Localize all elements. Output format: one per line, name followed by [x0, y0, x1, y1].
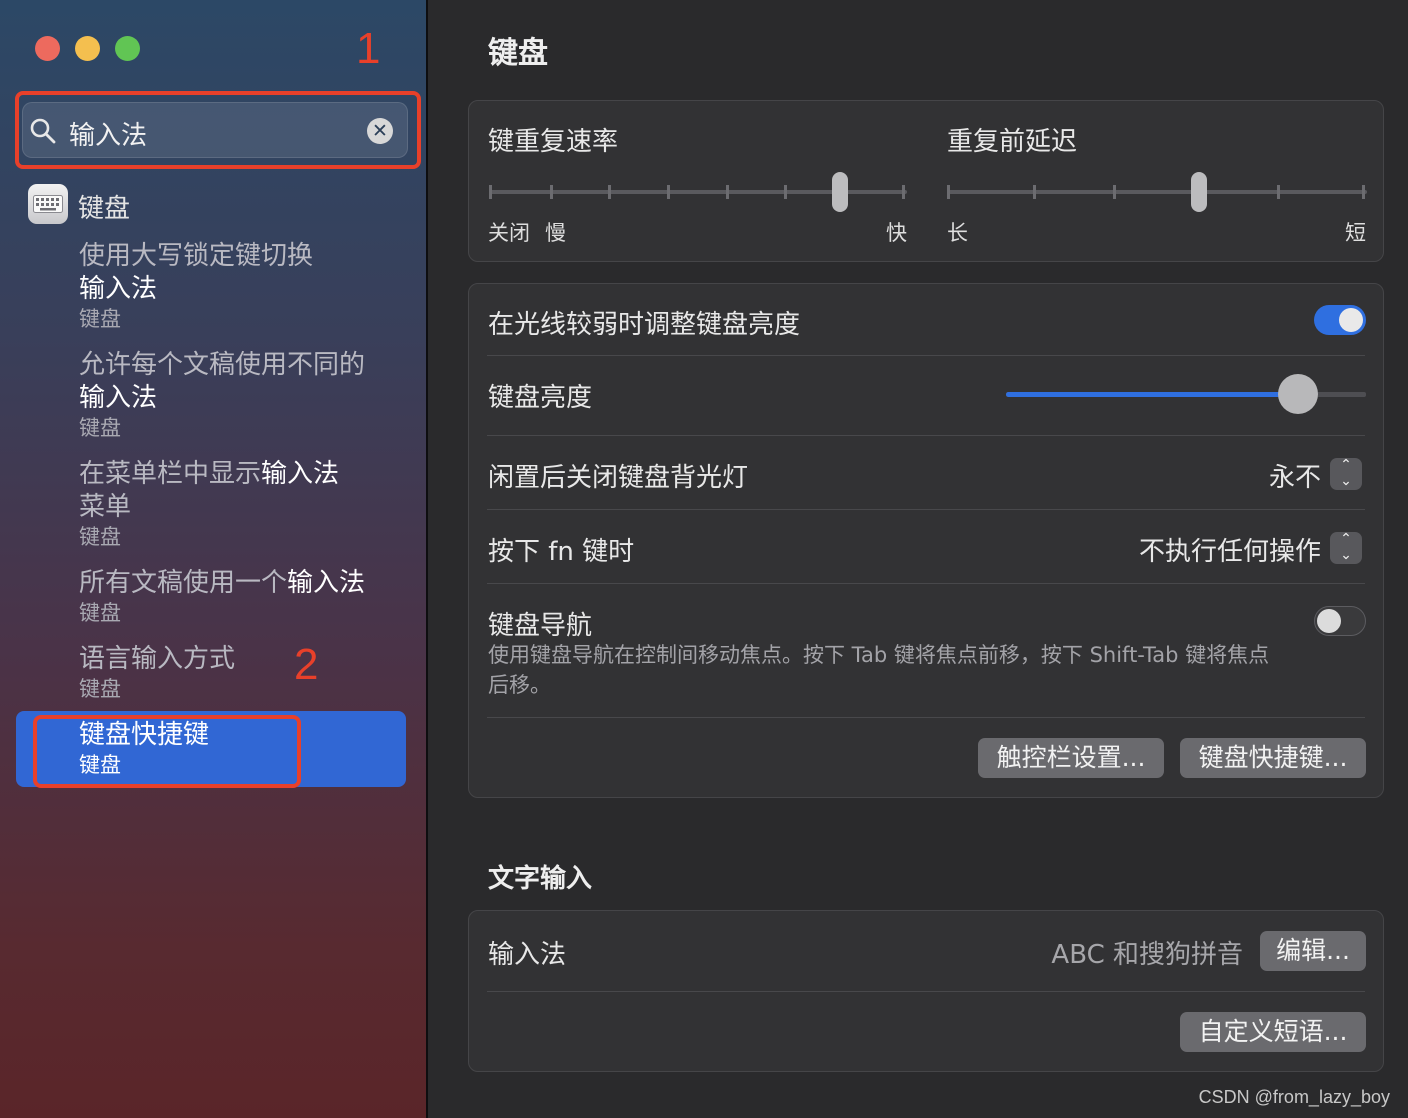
search-result-caps-lock-switch[interactable]: 使用大写锁定键切换 输入法 键盘	[79, 240, 399, 332]
delay-short-label: 短	[1345, 221, 1366, 245]
rate-fast-label: 快	[886, 221, 907, 245]
row-divider	[487, 991, 1365, 992]
slider-tick	[947, 185, 950, 199]
result-title: 所有文稿使用一个	[79, 568, 288, 598]
backlight-off-value: 永不	[1268, 463, 1321, 493]
rate-slow-label: 慢	[545, 221, 566, 245]
slider-tick	[608, 185, 611, 199]
slider-knob[interactable]	[1191, 172, 1207, 212]
row-divider	[487, 355, 1365, 356]
result-subtitle: 键盘	[79, 416, 121, 440]
result-title: 语言输入方式	[79, 644, 236, 674]
delay-until-repeat-label: 重复前延迟	[947, 127, 1078, 157]
keyboard-navigation-toggle[interactable]	[1314, 606, 1366, 636]
rate-off-label: 关闭	[488, 221, 530, 245]
annotation-box-search	[15, 91, 421, 169]
annotation-box-shortcuts	[33, 715, 301, 788]
annotation-number-2: 2	[294, 640, 319, 689]
keyboard-icon	[28, 184, 68, 224]
slider-tick	[667, 185, 670, 199]
delay-until-repeat-slider[interactable]	[947, 171, 1367, 215]
up-down-chevron-icon: ⌃ ⌃	[1330, 532, 1362, 564]
result-subtitle: 键盘	[79, 525, 121, 549]
key-repeat-rate-label: 键重复速率	[488, 127, 619, 157]
slider-tick	[1362, 185, 1365, 199]
input-sources-value: ABC 和搜狗拼音	[1051, 940, 1243, 970]
row-divider	[487, 717, 1365, 718]
slider-tick	[1113, 185, 1116, 199]
keyboard-shortcuts-button[interactable]: 键盘快捷键...	[1180, 738, 1366, 778]
keyboard-options-card: 在光线较弱时调整键盘亮度 键盘亮度 闲置后关闭键盘背光灯 永不 ⌃ ⌃ 按下 fn…	[468, 283, 1384, 798]
row-divider	[487, 583, 1365, 584]
text-input-section-title: 文字输入	[488, 864, 593, 894]
slider-fill	[1006, 392, 1298, 397]
minimize-window-button[interactable]	[75, 36, 100, 61]
text-replacements-button[interactable]: 自定义短语...	[1180, 1012, 1366, 1052]
search-result-language-input[interactable]: 语言输入方式 键盘	[79, 643, 399, 702]
keyboard-navigation-label: 键盘导航	[488, 611, 593, 641]
result-subtitle: 键盘	[79, 307, 121, 331]
auto-brightness-toggle[interactable]	[1314, 305, 1366, 335]
key-repeat-rate-slider[interactable]	[489, 171, 907, 215]
slider-knob[interactable]	[1277, 374, 1318, 414]
touch-bar-settings-button[interactable]: 触控栏设置...	[978, 738, 1164, 778]
slider-tick	[726, 185, 729, 199]
fn-key-value: 不执行任何操作	[1138, 537, 1321, 567]
result-title: 使用大写锁定键切换	[79, 241, 314, 271]
category-keyboard-label: 键盘	[78, 194, 131, 224]
search-result-one-input-all-documents[interactable]: 所有文稿使用一个输入法 键盘	[79, 567, 399, 626]
slider-tick	[489, 185, 492, 199]
row-divider	[487, 435, 1365, 436]
search-result-show-in-menu-bar[interactable]: 在菜单栏中显示输入法菜单 键盘	[79, 458, 399, 550]
watermark: CSDN @from_lazy_boy	[1198, 1087, 1390, 1107]
slider-knob[interactable]	[832, 172, 849, 212]
result-title: 在菜单栏中显示	[79, 459, 262, 489]
toggle-knob	[1339, 308, 1363, 332]
result-title-match: 输入法	[261, 459, 340, 489]
edit-input-sources-button[interactable]: 编辑...	[1260, 931, 1366, 971]
key-repeat-card: 键重复速率 关闭 慢 快 重复前延迟 长 短	[468, 100, 1384, 262]
toggle-knob	[1317, 609, 1341, 633]
keyboard-brightness-label: 键盘亮度	[488, 383, 593, 413]
row-divider	[487, 509, 1365, 510]
delay-long-label: 长	[947, 221, 968, 245]
zoom-window-button[interactable]	[115, 36, 140, 61]
slider-tick	[550, 185, 553, 199]
keyboard-brightness-slider[interactable]	[1006, 374, 1366, 414]
keyboard-settings-pane: 键盘 键重复速率 关闭 慢 快 重复前延迟 长 短 在光线较弱时调整键盘亮度 键…	[428, 0, 1408, 1118]
slider-tick	[784, 185, 787, 199]
slider-tick	[902, 185, 905, 199]
keyboard-navigation-description: 使用键盘导航在控制间移动焦点。按下 Tab 键将焦点前移，按下 Shift-Ta…	[488, 643, 1270, 697]
sidebar: 1 输入法 ✕ 键盘 使用大写锁定键切换 输入法 键盘 允许每个文稿使用不同的 输入	[0, 0, 428, 1118]
result-subtitle: 键盘	[79, 601, 121, 625]
text-input-card: 输入法 ABC 和搜狗拼音 编辑... 自定义短语...	[468, 910, 1384, 1072]
page-title: 键盘	[488, 36, 548, 71]
auto-brightness-label: 在光线较弱时调整键盘亮度	[488, 310, 801, 340]
close-window-button[interactable]	[35, 36, 60, 61]
annotation-number-1: 1	[356, 24, 381, 73]
result-title-match: 输入法	[79, 274, 158, 304]
slider-tick	[1033, 185, 1036, 199]
result-title-match: 输入法	[287, 568, 366, 598]
fn-key-label: 按下 fn 键时	[488, 537, 635, 567]
result-subtitle: 键盘	[79, 677, 121, 701]
up-down-chevron-icon: ⌃ ⌃	[1330, 458, 1362, 490]
backlight-off-label: 闲置后关闭键盘背光灯	[488, 463, 749, 493]
input-sources-label: 输入法	[488, 940, 567, 970]
result-title-rest: 菜单	[79, 492, 132, 522]
slider-track	[947, 190, 1367, 194]
result-title: 允许每个文稿使用不同的	[79, 350, 366, 380]
search-result-per-document-input[interactable]: 允许每个文稿使用不同的 输入法 键盘	[79, 349, 399, 441]
slider-tick	[1277, 185, 1280, 199]
result-title-match: 输入法	[79, 383, 158, 413]
